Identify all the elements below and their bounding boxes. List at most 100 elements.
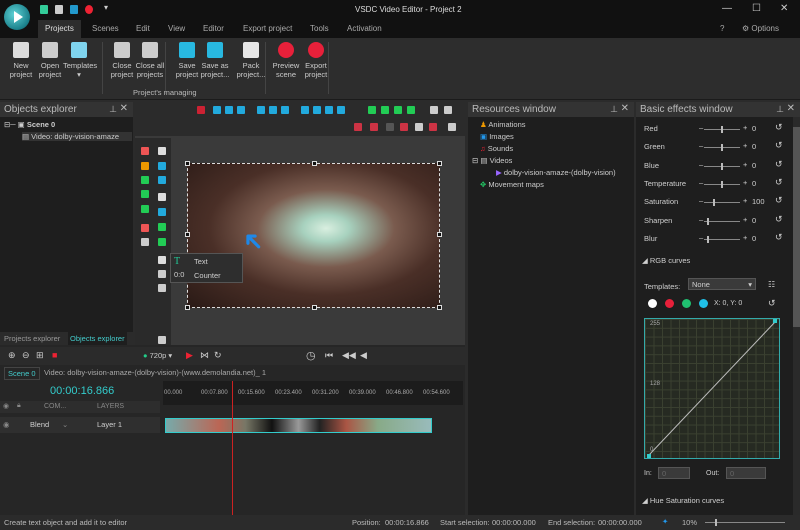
open-project-button[interactable]: Open project <box>34 42 66 79</box>
options-button[interactable]: ⚙ Options <box>742 24 779 33</box>
save-as-icon[interactable] <box>70 5 78 14</box>
tab-scene-0[interactable]: Scene 0 <box>4 367 40 380</box>
tab-scenes[interactable]: Scenes <box>92 24 119 33</box>
decrease-button[interactable]: – <box>699 215 703 224</box>
resource-animations[interactable]: ♟ Animations <box>480 120 526 129</box>
menu-item-counter[interactable]: 0:0 Counter <box>174 270 240 282</box>
record-icon[interactable]: ■ <box>52 350 57 360</box>
toolbar-button-icon[interactable] <box>197 106 205 114</box>
decrease-button[interactable]: – <box>699 178 703 187</box>
tab-editor[interactable]: Editor <box>203 24 224 33</box>
increase-button[interactable]: + <box>743 178 747 187</box>
toolbar-button-icon[interactable] <box>368 106 376 114</box>
zoom-fit-icon[interactable]: ✦ <box>662 517 668 526</box>
decrease-button[interactable]: – <box>699 141 703 150</box>
lock-icon[interactable]: 🔒︎ <box>17 402 21 410</box>
remove-icon[interactable]: ⊖ <box>22 350 30 361</box>
tab-projects[interactable]: Projects <box>38 20 81 38</box>
clock-icon[interactable]: ◷ <box>306 349 316 362</box>
tree-item-video[interactable]: ▤ Video: dolby-vision-amaze <box>22 132 132 141</box>
toolbar-button-icon[interactable] <box>313 106 321 114</box>
increase-button[interactable]: + <box>743 215 747 224</box>
rectangle-icon[interactable] <box>158 162 166 170</box>
add-icon[interactable]: ⊕ <box>8 350 16 361</box>
toolbar-button-icon[interactable] <box>325 106 333 114</box>
toolbar-button-icon[interactable] <box>370 123 378 131</box>
pack-project-button[interactable]: Pack project... <box>235 42 267 79</box>
toolbar-button-icon[interactable] <box>400 123 408 131</box>
toolbar-button-icon[interactable] <box>386 123 394 131</box>
toolbar-button-icon[interactable] <box>381 106 389 114</box>
toolbar-button-icon[interactable] <box>444 106 452 114</box>
subtitle-icon[interactable] <box>158 270 166 278</box>
slider-thumb[interactable] <box>712 199 715 207</box>
slider-thumb[interactable] <box>721 180 723 188</box>
play-icon[interactable]: ▶ <box>186 350 193 361</box>
toolbar-button-icon[interactable] <box>213 106 221 114</box>
visibility-icon[interactable]: ◉ <box>3 402 9 410</box>
templates-select[interactable]: None ▾ <box>688 278 756 290</box>
out-input[interactable]: 0 <box>726 467 766 479</box>
preview-icon[interactable] <box>85 5 93 14</box>
pin-icon[interactable]: ⊥ <box>109 104 117 115</box>
tab-tools[interactable]: Tools <box>310 24 329 33</box>
toolbar-button-icon[interactable] <box>407 106 415 114</box>
skip-back-icon[interactable]: ⏮ <box>325 350 333 361</box>
toolbar-button-icon[interactable] <box>237 106 245 114</box>
cursor-icon[interactable] <box>158 147 166 155</box>
resource-images[interactable]: ▣ Images <box>480 132 514 141</box>
toolbar-button-icon[interactable] <box>354 123 362 131</box>
close-icon[interactable]: ✕ <box>120 103 128 114</box>
loop-icon[interactable]: ↻ <box>214 350 222 361</box>
reset-icon[interactable]: ↺ <box>775 177 783 188</box>
slider-thumb[interactable] <box>707 217 710 225</box>
save-as-button[interactable]: Save as project... <box>199 42 231 79</box>
minimize-button[interactable]: — <box>722 3 732 14</box>
ellipse-icon[interactable] <box>158 223 166 231</box>
resolution-select[interactable]: ● 720p ▾ <box>143 351 172 360</box>
resource-movement-maps[interactable]: ✥ Movement maps <box>480 180 544 189</box>
line-icon[interactable] <box>158 193 166 201</box>
increase-button[interactable]: + <box>743 196 747 205</box>
image-icon[interactable] <box>141 176 149 184</box>
rgb-curves-section[interactable]: ◢ RGB curves <box>642 256 690 265</box>
reset-icon[interactable]: ↺ <box>775 122 783 133</box>
spectrum-icon[interactable] <box>141 224 149 232</box>
new-project-button[interactable]: New project <box>5 42 37 79</box>
pin-icon[interactable]: ⊥ <box>776 104 784 115</box>
effect-slider[interactable] <box>704 162 740 170</box>
toolbar-button-icon[interactable] <box>225 106 233 114</box>
slider-thumb[interactable] <box>707 235 710 243</box>
slider-thumb[interactable] <box>721 162 723 170</box>
menu-item-text[interactable]: T Text <box>174 256 240 268</box>
quick-access-dropdown-icon[interactable]: ▾ <box>104 3 108 12</box>
templates-button[interactable]: Templates ▾ <box>63 42 97 79</box>
tab-export-project[interactable]: Export project <box>243 24 292 33</box>
text-tool-icon[interactable] <box>158 256 166 264</box>
visibility-icon[interactable]: ◉ <box>3 420 10 429</box>
increase-button[interactable]: + <box>743 141 747 150</box>
app-logo[interactable] <box>4 4 30 30</box>
toolbar-button-icon[interactable] <box>448 123 456 131</box>
tab-projects-explorer[interactable]: Projects explorer <box>4 334 60 343</box>
channel-button[interactable] <box>682 299 691 308</box>
tab-activation[interactable]: Activation <box>347 24 382 33</box>
decrease-button[interactable]: – <box>699 123 703 132</box>
effect-slider[interactable] <box>704 199 740 207</box>
rgb-curve-graph[interactable]: 255 128 0 <box>644 318 780 459</box>
help-icon[interactable]: ? <box>720 24 724 33</box>
increase-button[interactable]: + <box>743 160 747 169</box>
decrease-button[interactable]: – <box>699 160 703 169</box>
toolbar-button-icon[interactable] <box>301 106 309 114</box>
more-tools-icon[interactable] <box>158 336 166 344</box>
tab-objects-explorer[interactable]: Objects explorer <box>68 332 127 345</box>
animation-icon[interactable] <box>141 162 149 170</box>
chart-icon[interactable] <box>141 147 149 155</box>
preview-scene-button[interactable]: Preview scene <box>270 42 302 79</box>
reset-icon[interactable]: ↺ <box>775 140 783 151</box>
timeline-ruler[interactable]: 00.000 00:07.800 00:15.600 00:23.400 00:31.2… <box>163 381 463 405</box>
hue-saturation-section[interactable]: ◢ Hue Saturation curves <box>642 496 724 505</box>
effects-scrollbar[interactable] <box>793 117 800 515</box>
step-back-icon[interactable]: ◀ <box>360 350 367 361</box>
video-icon[interactable] <box>141 205 149 213</box>
